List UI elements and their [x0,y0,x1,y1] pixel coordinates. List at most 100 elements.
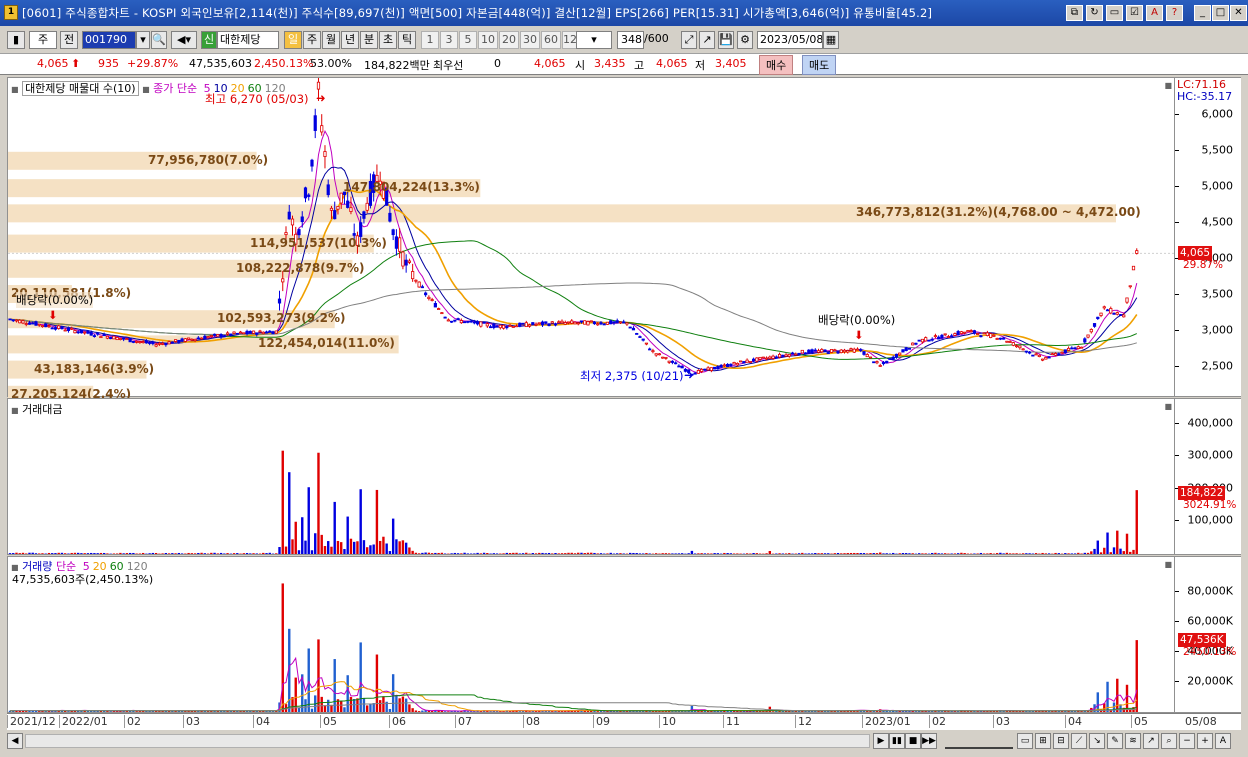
pane-menu-icon[interactable]: ■ [11,406,19,415]
indicator-icon[interactable]: ↗ [699,31,715,49]
amount-bar [1015,553,1018,554]
interval-button[interactable]: 5 [459,31,477,49]
refresh-icon[interactable]: ↻ [1086,5,1103,21]
amount-bar [1125,533,1129,554]
candle-body [229,333,233,336]
speaker-icon[interactable]: ◀▾ [171,31,197,49]
pane-close-icon[interactable]: ■ [1164,81,1172,90]
zoom-slider[interactable] [945,733,1013,749]
zoom-out-icon[interactable]: − [1179,733,1195,749]
amount-bar [414,552,418,554]
candle-body [313,115,317,131]
volume-bar [271,711,275,712]
period-tab[interactable]: 분 [360,31,378,49]
interval-dropdown[interactable]: ▾ [576,31,612,49]
line-tool-icon[interactable]: ⟋ [1071,733,1087,749]
y-label: 3,000 [1201,323,1234,337]
volume-chart-pane[interactable]: ■ 거래량 단순 5 20 60 120 47,535,603주(2,450.13%)… [7,556,1175,713]
period-tab[interactable]: 년 [341,31,359,49]
close-button[interactable]: ✕ [1230,5,1247,21]
volume-bar [895,711,898,712]
font-icon[interactable]: A [1146,5,1163,21]
layout-icon[interactable]: ⊞ [1035,733,1051,749]
amount-bar [314,533,317,554]
draw-tool-icon[interactable]: ✎ [1107,733,1123,749]
volume-bar [359,642,362,712]
pane-menu-icon[interactable]: ■ [11,85,19,94]
stock-code-input[interactable]: 001790 [82,31,136,49]
stock-name-field[interactable]: 대한제당 [217,31,279,49]
save-icon[interactable]: 💾 [718,31,734,49]
candle-body [96,332,100,335]
price-chart-pane[interactable]: ■ 대한제당 매물대 수(10) ■ 종가 단순 5 10 20 60 120 ■ 77… [7,77,1176,401]
checkbox-icon[interactable]: ☑ [1126,5,1143,21]
prev-button[interactable]: 전 [60,31,78,49]
maximize-button[interactable]: □ [1212,5,1229,21]
period-tab[interactable]: 틱 [398,31,416,49]
date-field[interactable]: 2023/05/08 [757,31,823,49]
help-icon[interactable]: ? [1166,5,1183,21]
interval-button[interactable]: 3 [440,31,458,49]
zoom-icon[interactable]: ⌕ [1161,733,1177,749]
settings-icon[interactable]: ⚙ [737,31,753,49]
candle-body [768,356,772,359]
amount-bar [411,550,414,554]
amount-bar [1103,547,1106,554]
fast-forward-icon[interactable]: ▶▶ [921,733,937,749]
amount-bar [307,487,310,554]
period-select[interactable]: 주 [29,31,57,49]
amount-bar [599,553,603,554]
scroll-left-icon[interactable]: ◀ [7,733,23,749]
candle-body [190,338,194,341]
compare-icon[interactable]: ⊟ [1053,733,1069,749]
link-icon[interactable]: ⧉ [1066,5,1083,21]
pane-menu-icon[interactable]: ■ [142,85,150,94]
period-tab[interactable]: 주 [303,31,321,49]
period-tab[interactable]: 월 [322,31,340,49]
zoom-in-icon[interactable]: + [1197,733,1213,749]
amount-bar [51,553,54,554]
buy-button[interactable]: 매수 [759,55,794,75]
low-marker: 최저 2,375 (10/21) [580,369,684,383]
chart-scrollbar[interactable]: ◀ ▶ ▮▮ ■ ▶▶ ▭ ⊞ ⊟ ⟋ ↘ ✎ ≋ ↗ ⌕ − + A [7,731,1241,751]
play-icon[interactable]: ▶ [873,733,889,749]
period-tab[interactable]: 초 [379,31,397,49]
price-legend-name[interactable]: 대한제당 매물대 수(10) [22,81,139,96]
interval-button[interactable]: 10 [478,31,498,49]
minimize-button[interactable]: _ [1194,5,1211,21]
candle-body [485,323,489,327]
period-tab[interactable]: 일 [284,31,302,49]
pane-close-icon[interactable]: ■ [1164,560,1172,569]
chart-type-icon[interactable]: ▮ [7,31,25,49]
interval-button[interactable]: 20 [499,31,519,49]
arrow-tool-icon[interactable]: ↗ [1143,733,1159,749]
screen-icon[interactable]: ▭ [1106,5,1123,21]
interval-button[interactable]: 60 [541,31,561,49]
candle-body [995,338,999,340]
interval-button[interactable]: 30 [520,31,540,49]
stop-icon[interactable]: ■ [905,733,921,749]
trend-tool-icon[interactable]: ↘ [1089,733,1105,749]
amount-bar [236,553,239,554]
amount-bar [70,552,73,554]
code-dropdown-icon[interactable]: ▾ [136,31,150,49]
candle-body [501,324,506,329]
sell-button[interactable]: 매도 [802,55,837,75]
calendar-icon[interactable]: ▦ [823,31,839,49]
candle-body [1047,356,1051,359]
view-icon[interactable]: ▭ [1017,733,1033,749]
y-label: 100,000 [1187,513,1234,527]
scroll-track[interactable] [25,734,870,748]
candle-body [102,333,106,337]
amount-chart-pane[interactable]: ■ 거래대금 ■ [7,398,1175,555]
fib-tool-icon[interactable]: ≋ [1125,733,1141,749]
search-icon[interactable]: 🔍 [151,31,167,49]
pause-icon[interactable]: ▮▮ [889,733,905,749]
interval-button[interactable]: 1 [421,31,439,49]
amount-bar [320,534,323,554]
text-tool-icon[interactable]: A [1215,733,1231,749]
count-input[interactable]: 348 [617,31,644,49]
crosshair-icon[interactable]: ⤢ [681,31,697,49]
priority-value: 0 [494,57,501,70]
pane-close-icon[interactable]: ■ [1164,402,1172,411]
